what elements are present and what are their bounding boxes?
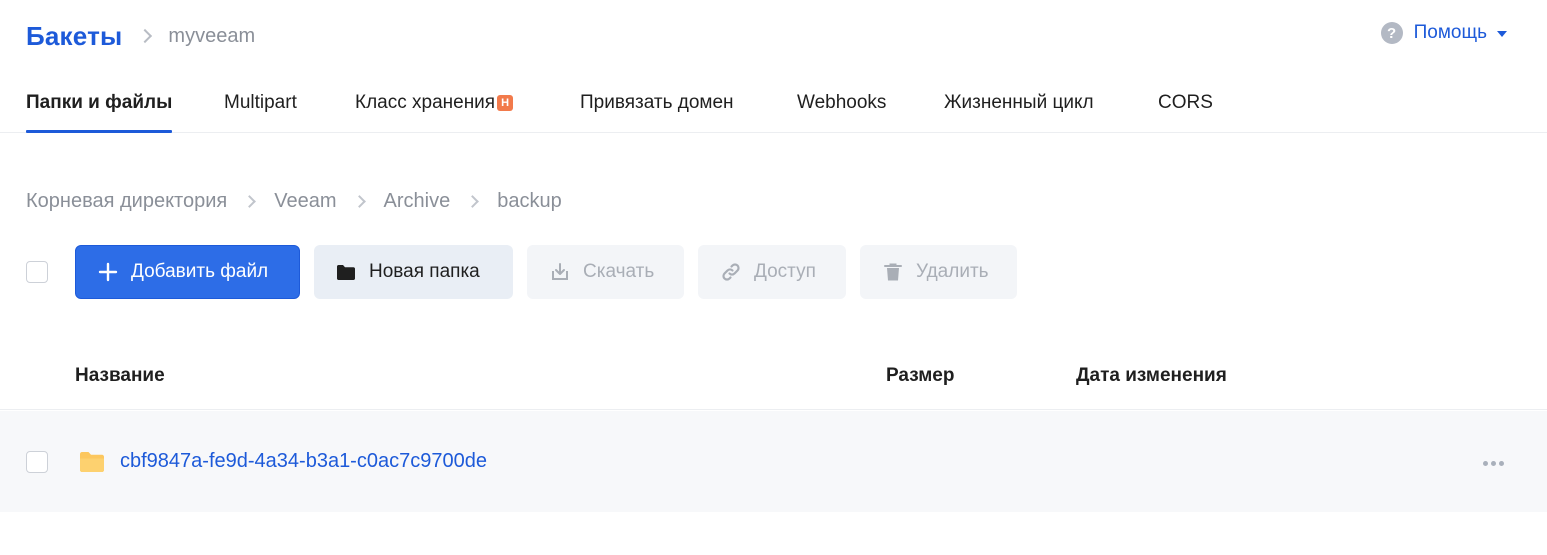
row-checkbox[interactable] — [26, 451, 48, 473]
tab-folders-files[interactable]: Папки и файлы — [26, 92, 173, 133]
column-header-modified[interactable]: Дата изменения — [1076, 365, 1227, 387]
tab-label: CORS — [1158, 92, 1213, 113]
folder-icon — [335, 261, 357, 283]
tab-lifecycle[interactable]: Жизненный цикл — [944, 92, 1094, 132]
tab-bar: Папки и файлы Multipart Класс хранения Н … — [0, 82, 1547, 133]
row-actions-button[interactable] — [1483, 457, 1504, 470]
buckets-link[interactable]: Бакеты — [26, 21, 122, 52]
header: Бакеты myveeam ? Помощь — [26, 18, 1547, 58]
tab-label: Класс хранения — [355, 92, 496, 113]
more-dots-icon — [1491, 461, 1496, 466]
help-menu-button[interactable]: ? Помощь — [1380, 22, 1507, 44]
path-item-current: backup — [497, 190, 562, 212]
chevron-right-icon — [466, 195, 480, 208]
path-item[interactable]: Archive — [384, 190, 451, 213]
more-dots-icon — [1499, 461, 1504, 466]
new-badge: Н — [497, 95, 514, 111]
tab-label: Жизненный цикл — [944, 92, 1094, 113]
chevron-right-icon — [243, 195, 257, 208]
question-icon: ? — [1380, 22, 1403, 44]
add-file-button[interactable]: Добавить файл — [75, 245, 300, 299]
top-breadcrumb: Бакеты myveeam — [26, 18, 1547, 54]
add-file-label: Добавить файл — [131, 261, 269, 282]
delete-label: Удалить — [916, 261, 989, 282]
access-label: Доступ — [754, 261, 816, 282]
path-breadcrumb: Корневая директория Veeam Archive backup — [26, 190, 562, 213]
access-button[interactable]: Доступ — [698, 245, 846, 299]
path-item[interactable]: Veeam — [274, 190, 336, 213]
bucket-name: myveeam — [168, 24, 256, 47]
tab-label: Webhooks — [797, 92, 887, 113]
download-button[interactable]: Скачать — [527, 245, 684, 299]
select-all-checkbox[interactable] — [26, 261, 48, 283]
link-icon — [720, 261, 742, 283]
delete-button[interactable]: Удалить — [860, 245, 1017, 299]
folder-icon — [79, 451, 105, 478]
help-label: Помощь — [1413, 22, 1487, 43]
page: Бакеты myveeam ? Помощь Папки и файлы Mu… — [0, 0, 1547, 555]
tab-bind-domain[interactable]: Привязать домен — [580, 92, 734, 132]
new-folder-button[interactable]: Новая папка — [314, 245, 513, 299]
tab-multipart[interactable]: Multipart — [224, 92, 297, 132]
download-icon — [549, 261, 571, 283]
tab-label: Multipart — [224, 92, 297, 113]
tab-webhooks[interactable]: Webhooks — [797, 92, 886, 132]
table-row[interactable]: cbf9847a-fe9d-4a34-b3a1-c0ac7c9700de — [0, 411, 1547, 512]
more-dots-icon — [1483, 461, 1488, 466]
folder-name-link[interactable]: cbf9847a-fe9d-4a34-b3a1-c0ac7c9700de — [120, 450, 487, 473]
tab-label: Привязать домен — [580, 92, 734, 113]
plus-icon — [97, 261, 119, 283]
column-header-name[interactable]: Название — [75, 365, 165, 387]
path-item-root[interactable]: Корневая директория — [26, 190, 227, 213]
caret-down-icon — [1497, 31, 1507, 37]
tab-label: Папки и файлы — [26, 92, 173, 113]
tab-storage-class[interactable]: Класс хранения Н — [355, 92, 514, 132]
chevron-right-icon — [352, 195, 366, 208]
new-folder-label: Новая папка — [369, 261, 480, 282]
tab-cors[interactable]: CORS — [1158, 92, 1213, 132]
trash-icon — [882, 261, 904, 283]
table-header: Название Размер Дата изменения — [0, 350, 1547, 410]
chevron-right-icon — [138, 28, 153, 44]
download-label: Скачать — [583, 261, 655, 282]
column-header-size[interactable]: Размер — [886, 365, 954, 387]
